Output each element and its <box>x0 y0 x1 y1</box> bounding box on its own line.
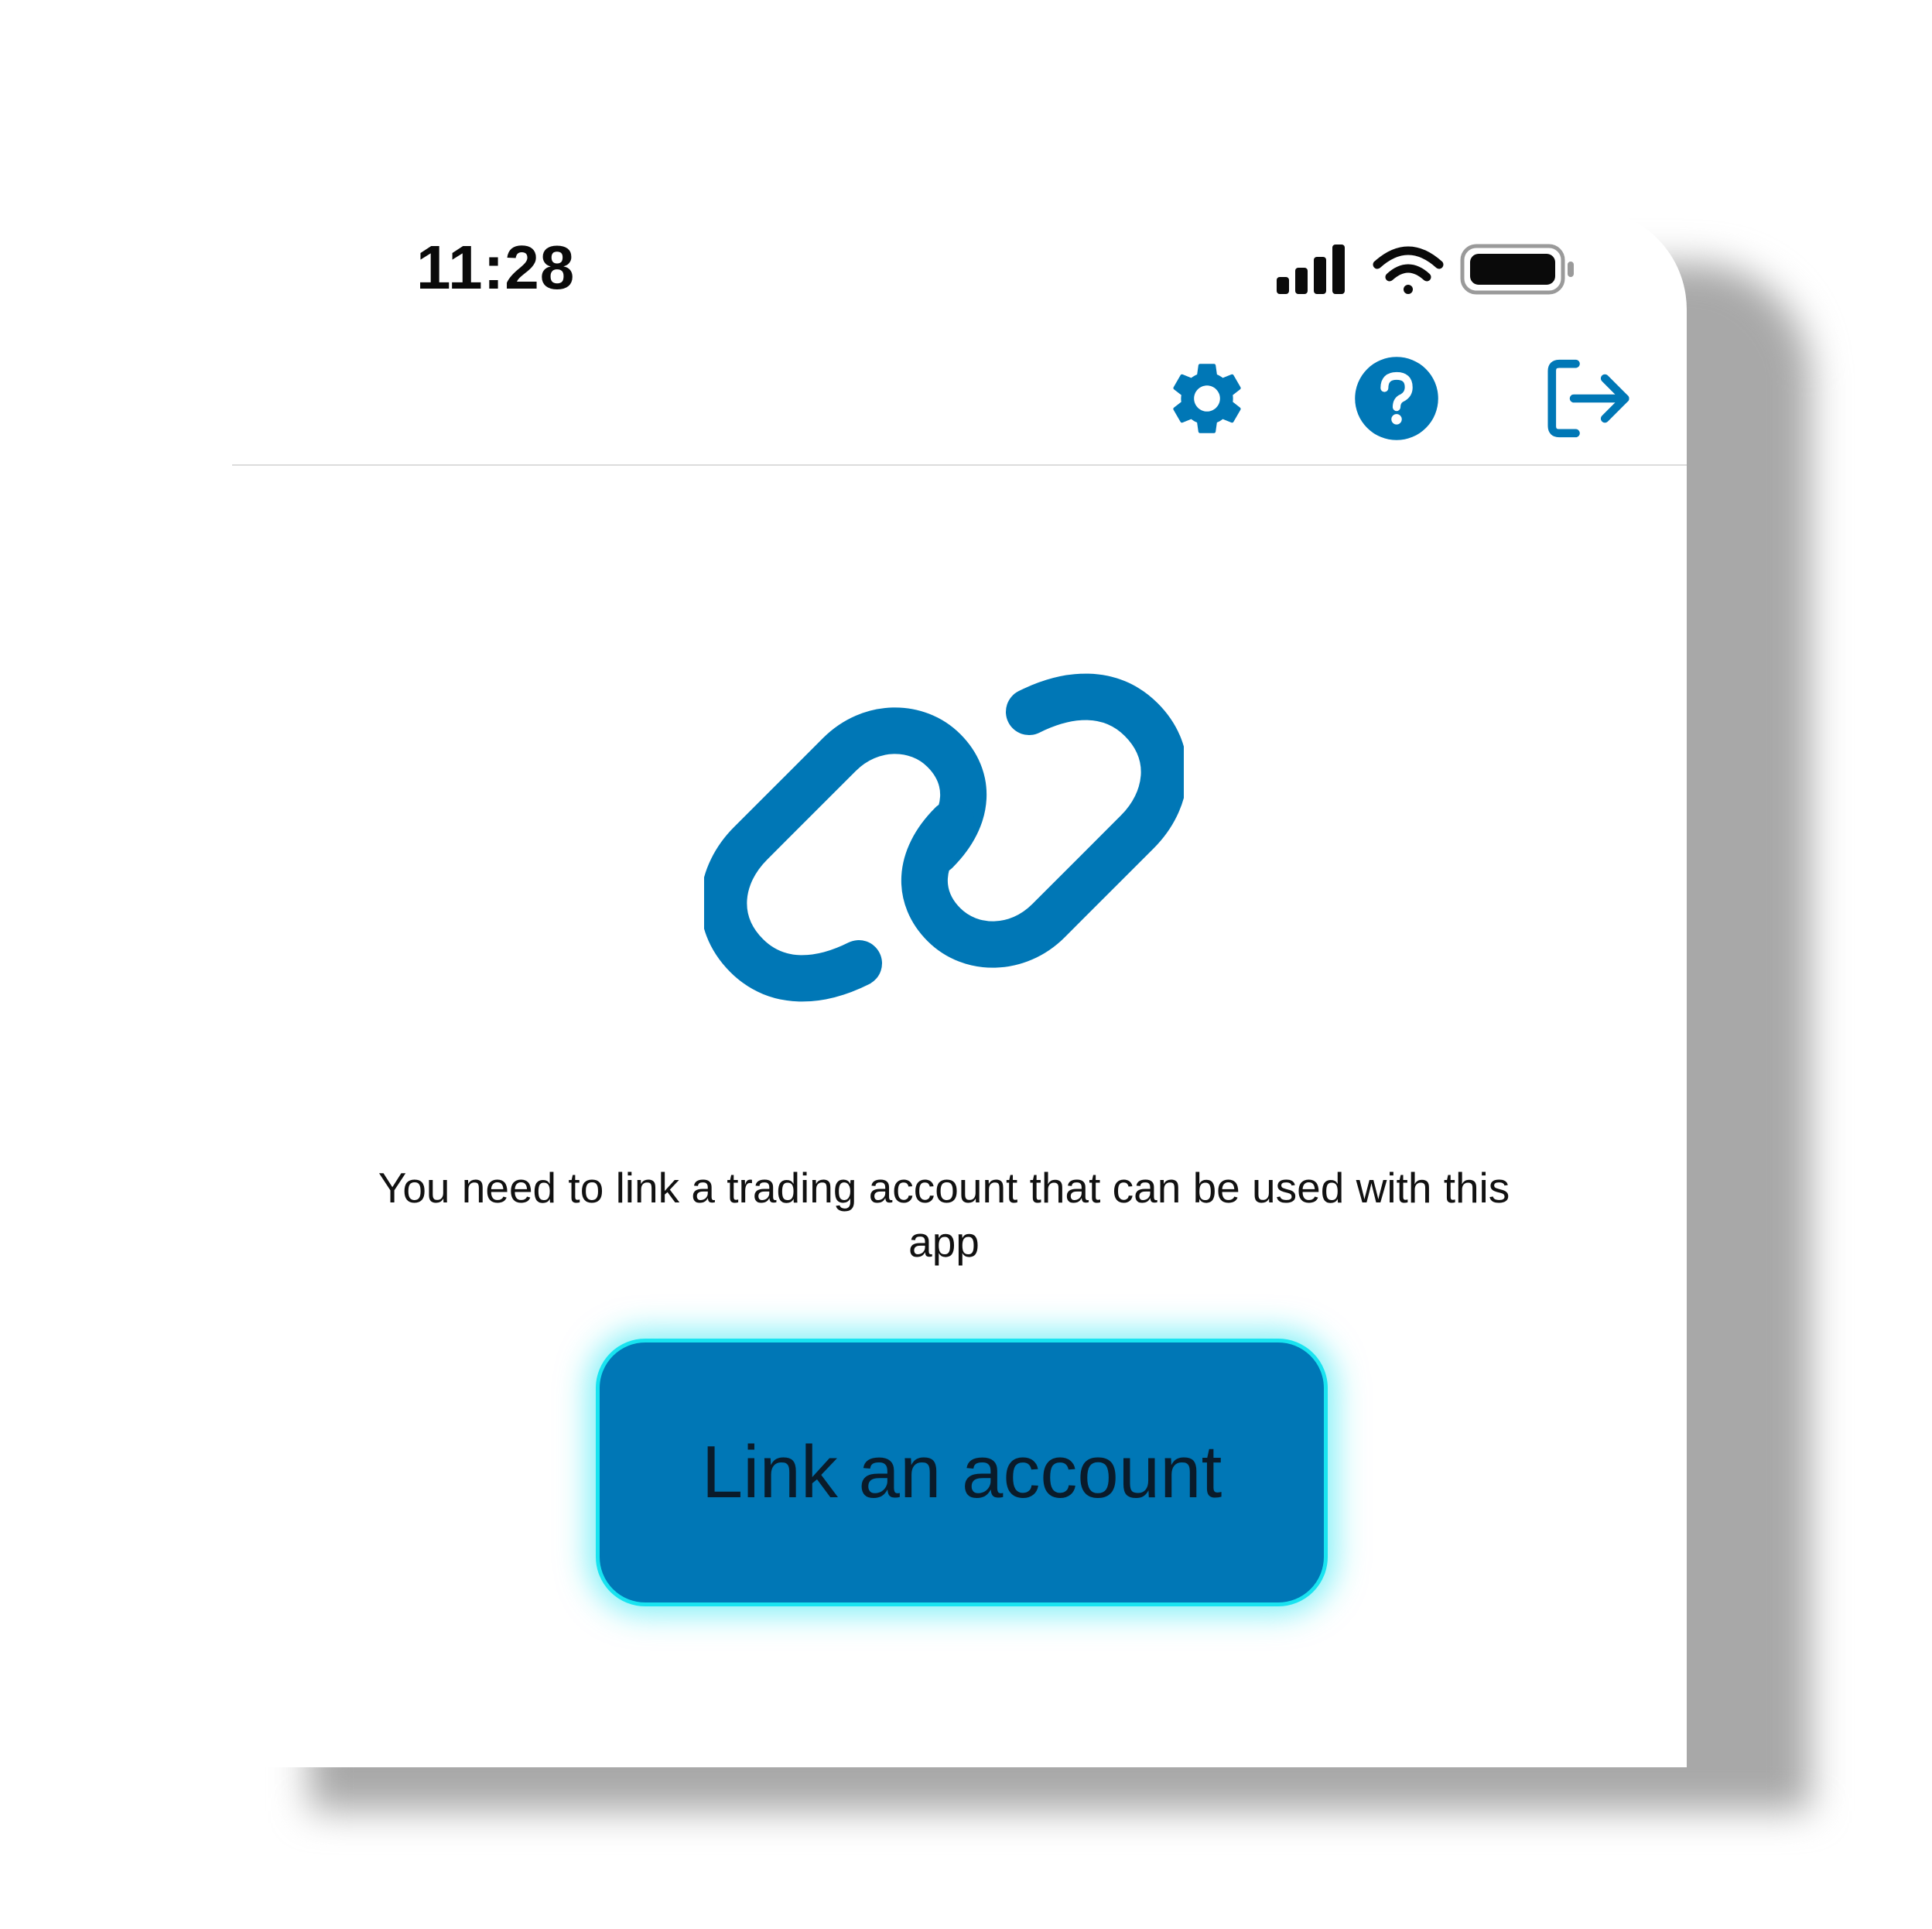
cellular-signal-icon <box>1277 245 1345 294</box>
settings-button[interactable] <box>1157 348 1257 449</box>
link-chain-icon <box>704 673 1184 1002</box>
settings-gear-icon <box>1173 364 1241 433</box>
status-bar: 11:28 <box>232 209 1687 333</box>
status-time: 11:28 <box>416 233 576 302</box>
app-screen: 11:28 You need to link a trading account… <box>232 209 1687 1767</box>
help-button[interactable] <box>1346 348 1447 449</box>
logout-arrow-icon <box>1547 359 1629 438</box>
logout-button[interactable] <box>1538 348 1639 449</box>
top-toolbar <box>232 333 1687 466</box>
link-account-button[interactable]: Link an account <box>596 1339 1328 1606</box>
help-question-icon <box>1355 357 1438 440</box>
link-account-message: You need to link a trading account that … <box>378 1164 1510 1266</box>
battery-icon <box>1460 244 1574 295</box>
wifi-icon <box>1373 246 1444 294</box>
status-icons <box>1277 244 1574 295</box>
